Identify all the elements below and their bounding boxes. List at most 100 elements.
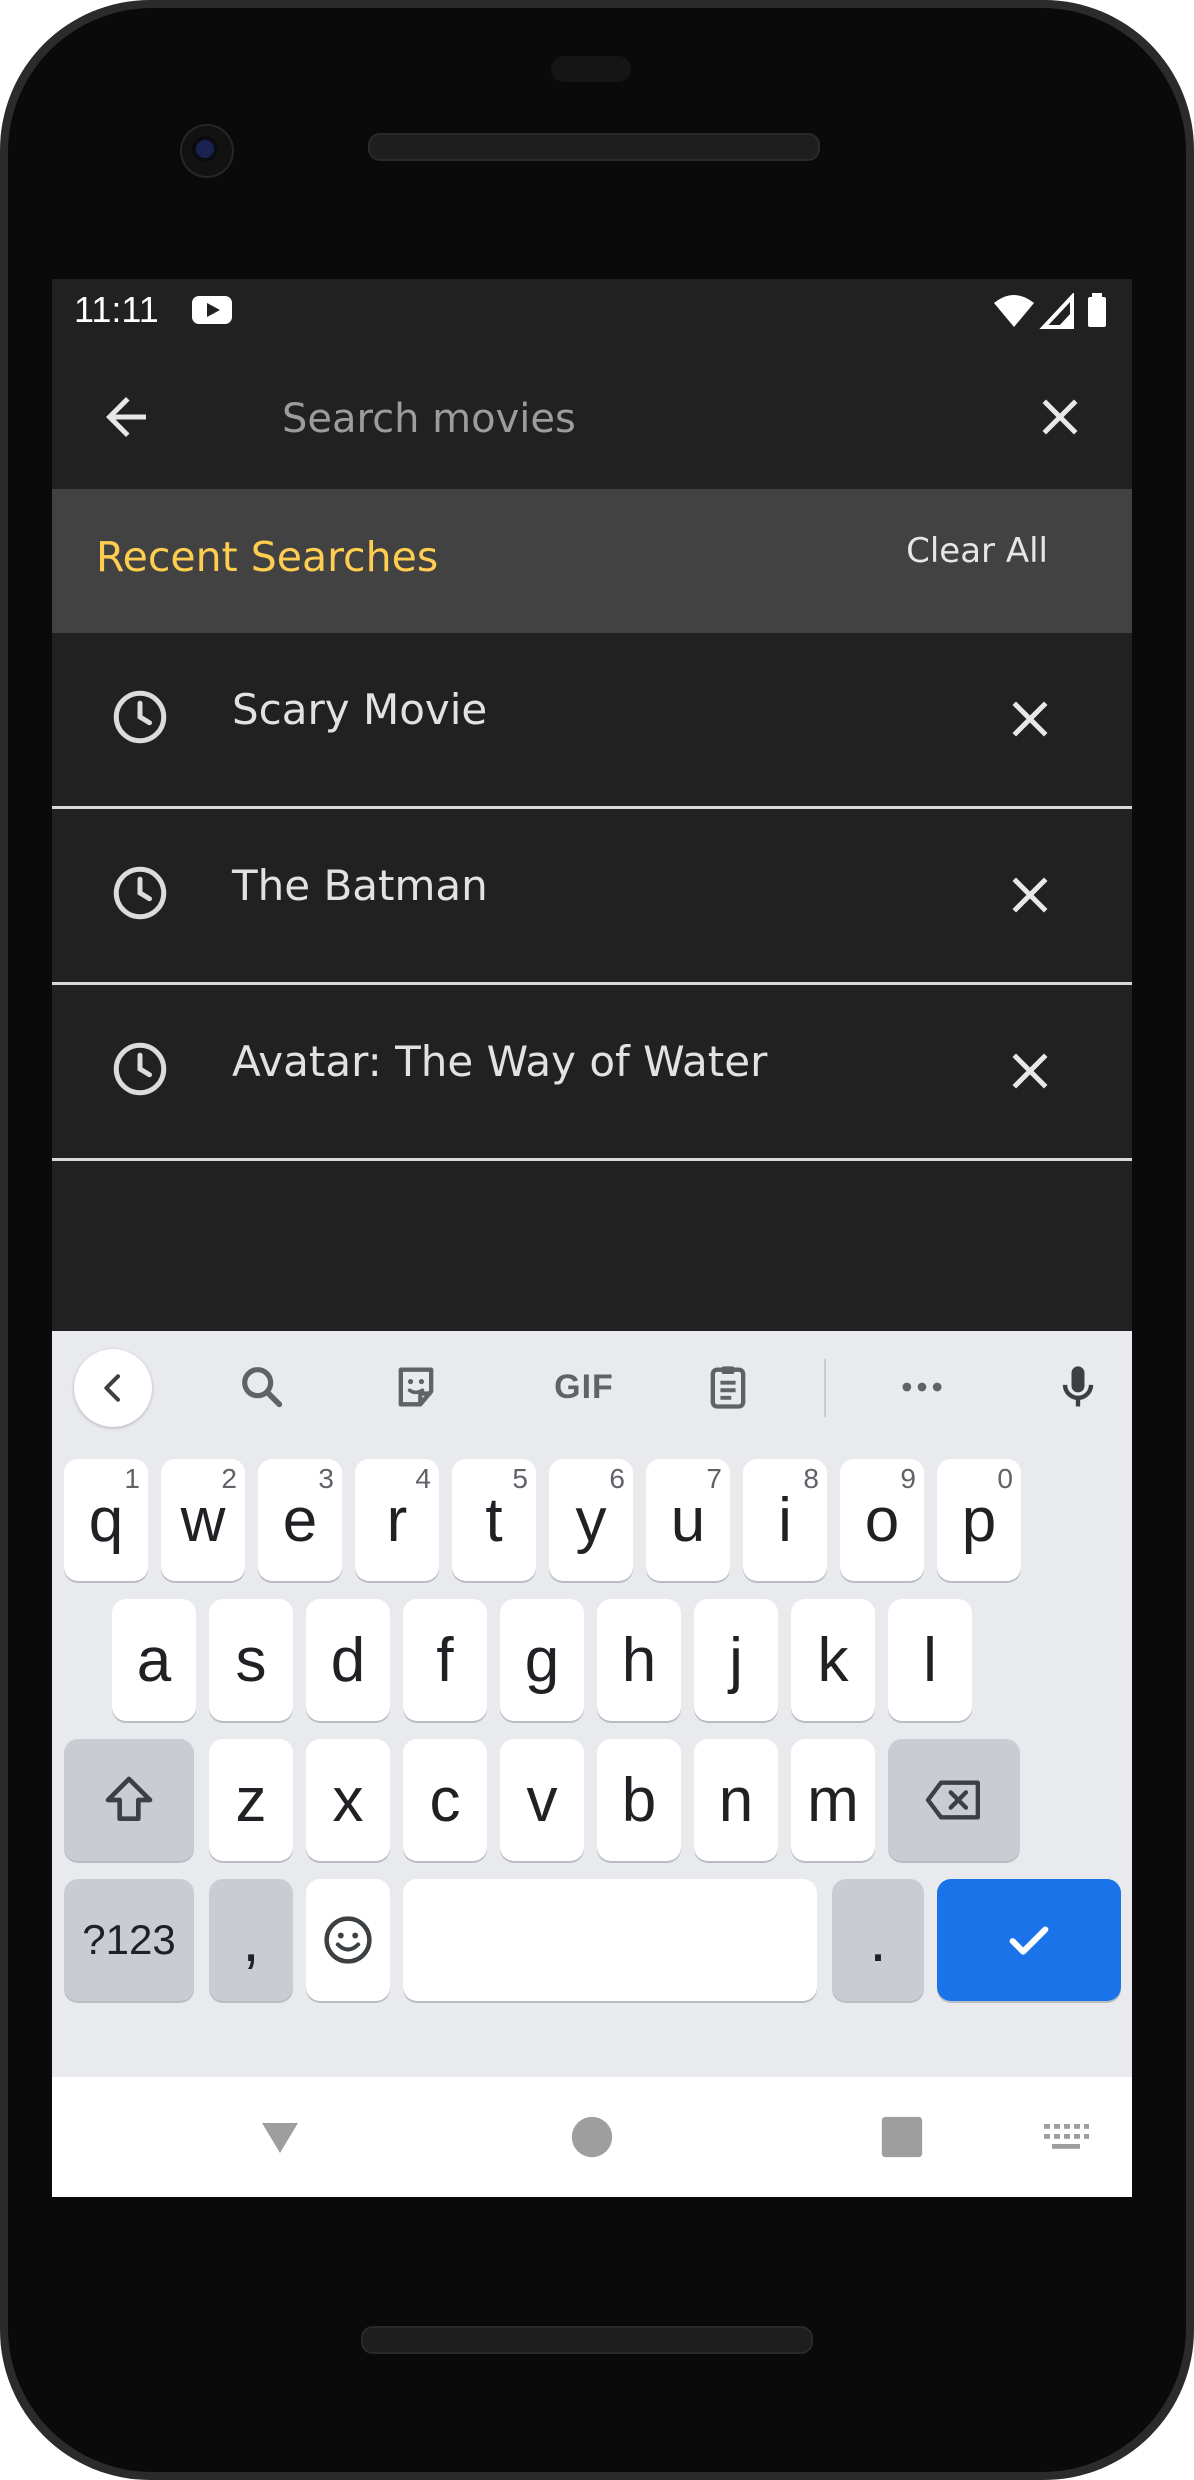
key-v[interactable]: v <box>500 1739 584 1861</box>
key-label: g <box>524 1625 560 1695</box>
keyboard-search-button[interactable] <box>226 1351 298 1423</box>
nav-back-button[interactable] <box>248 2105 312 2169</box>
close-icon <box>1042 399 1078 435</box>
period-key[interactable]: . <box>832 1879 924 2001</box>
key-e[interactable]: e3 <box>258 1459 342 1581</box>
key-x[interactable]: x <box>306 1739 390 1861</box>
shift-key[interactable] <box>64 1739 194 1861</box>
recent-item-label: Scary Movie <box>232 685 488 734</box>
more-button[interactable] <box>886 1351 958 1423</box>
key-h[interactable]: h <box>597 1599 681 1721</box>
key-label: s <box>235 1625 267 1695</box>
clear-search-button[interactable] <box>1030 387 1090 447</box>
key-label: c <box>429 1765 461 1835</box>
key-b[interactable]: b <box>597 1739 681 1861</box>
clipboard-button[interactable] <box>692 1351 764 1423</box>
recent-item[interactable]: Scary Movie <box>52 633 1132 809</box>
checkmark-icon <box>1009 1926 1049 1955</box>
keyboard-switch-button[interactable] <box>1034 2105 1098 2169</box>
key-n[interactable]: n <box>694 1739 778 1861</box>
search-icon <box>242 1367 283 1408</box>
more-icon <box>902 1382 942 1392</box>
recent-item-label: The Batman <box>232 861 488 910</box>
remove-recent-button[interactable] <box>1000 1041 1060 1101</box>
wifi-icon <box>994 295 1034 327</box>
back-button[interactable] <box>96 387 156 447</box>
key-label: h <box>621 1625 657 1695</box>
recent-searches-list: Scary Movie The Batman Avatar: The Way o… <box>52 633 1132 1161</box>
key-o[interactable]: o9 <box>840 1459 924 1581</box>
backspace-key[interactable] <box>888 1739 1020 1861</box>
key-label: x <box>332 1765 364 1835</box>
key-i[interactable]: i8 <box>743 1459 827 1581</box>
triangle-down-icon <box>262 2123 298 2153</box>
key-s[interactable]: s <box>209 1599 293 1721</box>
remove-recent-button[interactable] <box>1000 689 1060 749</box>
key-label: b <box>621 1765 657 1835</box>
clear-all-button[interactable]: Clear All <box>906 531 1048 571</box>
key-label: t <box>485 1485 503 1555</box>
key-f[interactable]: f <box>403 1599 487 1721</box>
sticker-button[interactable] <box>380 1351 452 1423</box>
space-key[interactable] <box>403 1879 817 2001</box>
bottom-speaker <box>361 2326 813 2354</box>
status-icons <box>994 293 1106 329</box>
proximity-sensor <box>551 56 631 82</box>
key-t[interactable]: t5 <box>452 1459 536 1581</box>
nav-recents-button[interactable] <box>870 2105 934 2169</box>
recent-item[interactable]: The Batman <box>52 809 1132 985</box>
earpiece-speaker <box>368 133 820 161</box>
comma-key[interactable]: , <box>209 1879 293 2001</box>
recent-item[interactable]: Avatar: The Way of Water <box>52 985 1132 1161</box>
key-m[interactable]: m <box>791 1739 875 1861</box>
key-d[interactable]: d <box>306 1599 390 1721</box>
voice-input-button[interactable] <box>1042 1351 1114 1423</box>
status-time: 11:11 <box>74 289 159 330</box>
key-p[interactable]: p0 <box>937 1459 1021 1581</box>
emoji-key[interactable] <box>306 1879 390 2001</box>
collapse-toolbar-button[interactable] <box>74 1349 152 1427</box>
key-label: k <box>817 1625 849 1695</box>
symbols-key-label: ?123 <box>82 1916 176 1963</box>
remove-recent-button[interactable] <box>1000 865 1060 925</box>
key-label: y <box>575 1485 607 1555</box>
key-label: n <box>718 1765 754 1835</box>
key-hint: 2 <box>221 1463 237 1494</box>
clipboard-icon <box>710 1366 746 1409</box>
key-hint: 0 <box>997 1463 1013 1494</box>
key-hint: 1 <box>124 1463 140 1494</box>
key-u[interactable]: u7 <box>646 1459 730 1581</box>
key-q[interactable]: q1 <box>64 1459 148 1581</box>
key-label: a <box>136 1625 172 1695</box>
clock-icon <box>113 866 167 920</box>
key-z[interactable]: z <box>209 1739 293 1861</box>
key-g[interactable]: g <box>500 1599 584 1721</box>
search-input[interactable] <box>282 387 982 451</box>
key-k[interactable]: k <box>791 1599 875 1721</box>
backspace-icon <box>925 1780 980 1820</box>
gif-button[interactable]: GIF <box>534 1351 634 1423</box>
front-camera <box>180 124 234 178</box>
key-label: f <box>436 1625 454 1695</box>
circle-icon <box>571 2116 613 2158</box>
key-hint: 7 <box>706 1463 722 1494</box>
search-app-bar <box>52 343 1132 489</box>
key-a[interactable]: a <box>112 1599 196 1721</box>
symbols-key[interactable]: ?123 <box>64 1879 194 2001</box>
key-hint: 5 <box>512 1463 528 1494</box>
screen: 11:11 Recent <box>52 279 1132 2197</box>
recent-searches-header: Recent Searches Clear All <box>52 489 1132 633</box>
key-c[interactable]: c <box>403 1739 487 1861</box>
key-label: r <box>386 1485 408 1555</box>
key-y[interactable]: y6 <box>549 1459 633 1581</box>
key-w[interactable]: w2 <box>161 1459 245 1581</box>
key-l[interactable]: l <box>888 1599 972 1721</box>
key-j[interactable]: j <box>694 1599 778 1721</box>
recent-item-label: Avatar: The Way of Water <box>232 1037 768 1086</box>
nav-home-button[interactable] <box>560 2105 624 2169</box>
enter-key[interactable] <box>937 1879 1121 2001</box>
key-r[interactable]: r4 <box>355 1459 439 1581</box>
keyboard-toolbar: GIF <box>52 1331 1132 1445</box>
sticker-icon <box>398 1367 434 1407</box>
clock-icon <box>113 1042 167 1096</box>
